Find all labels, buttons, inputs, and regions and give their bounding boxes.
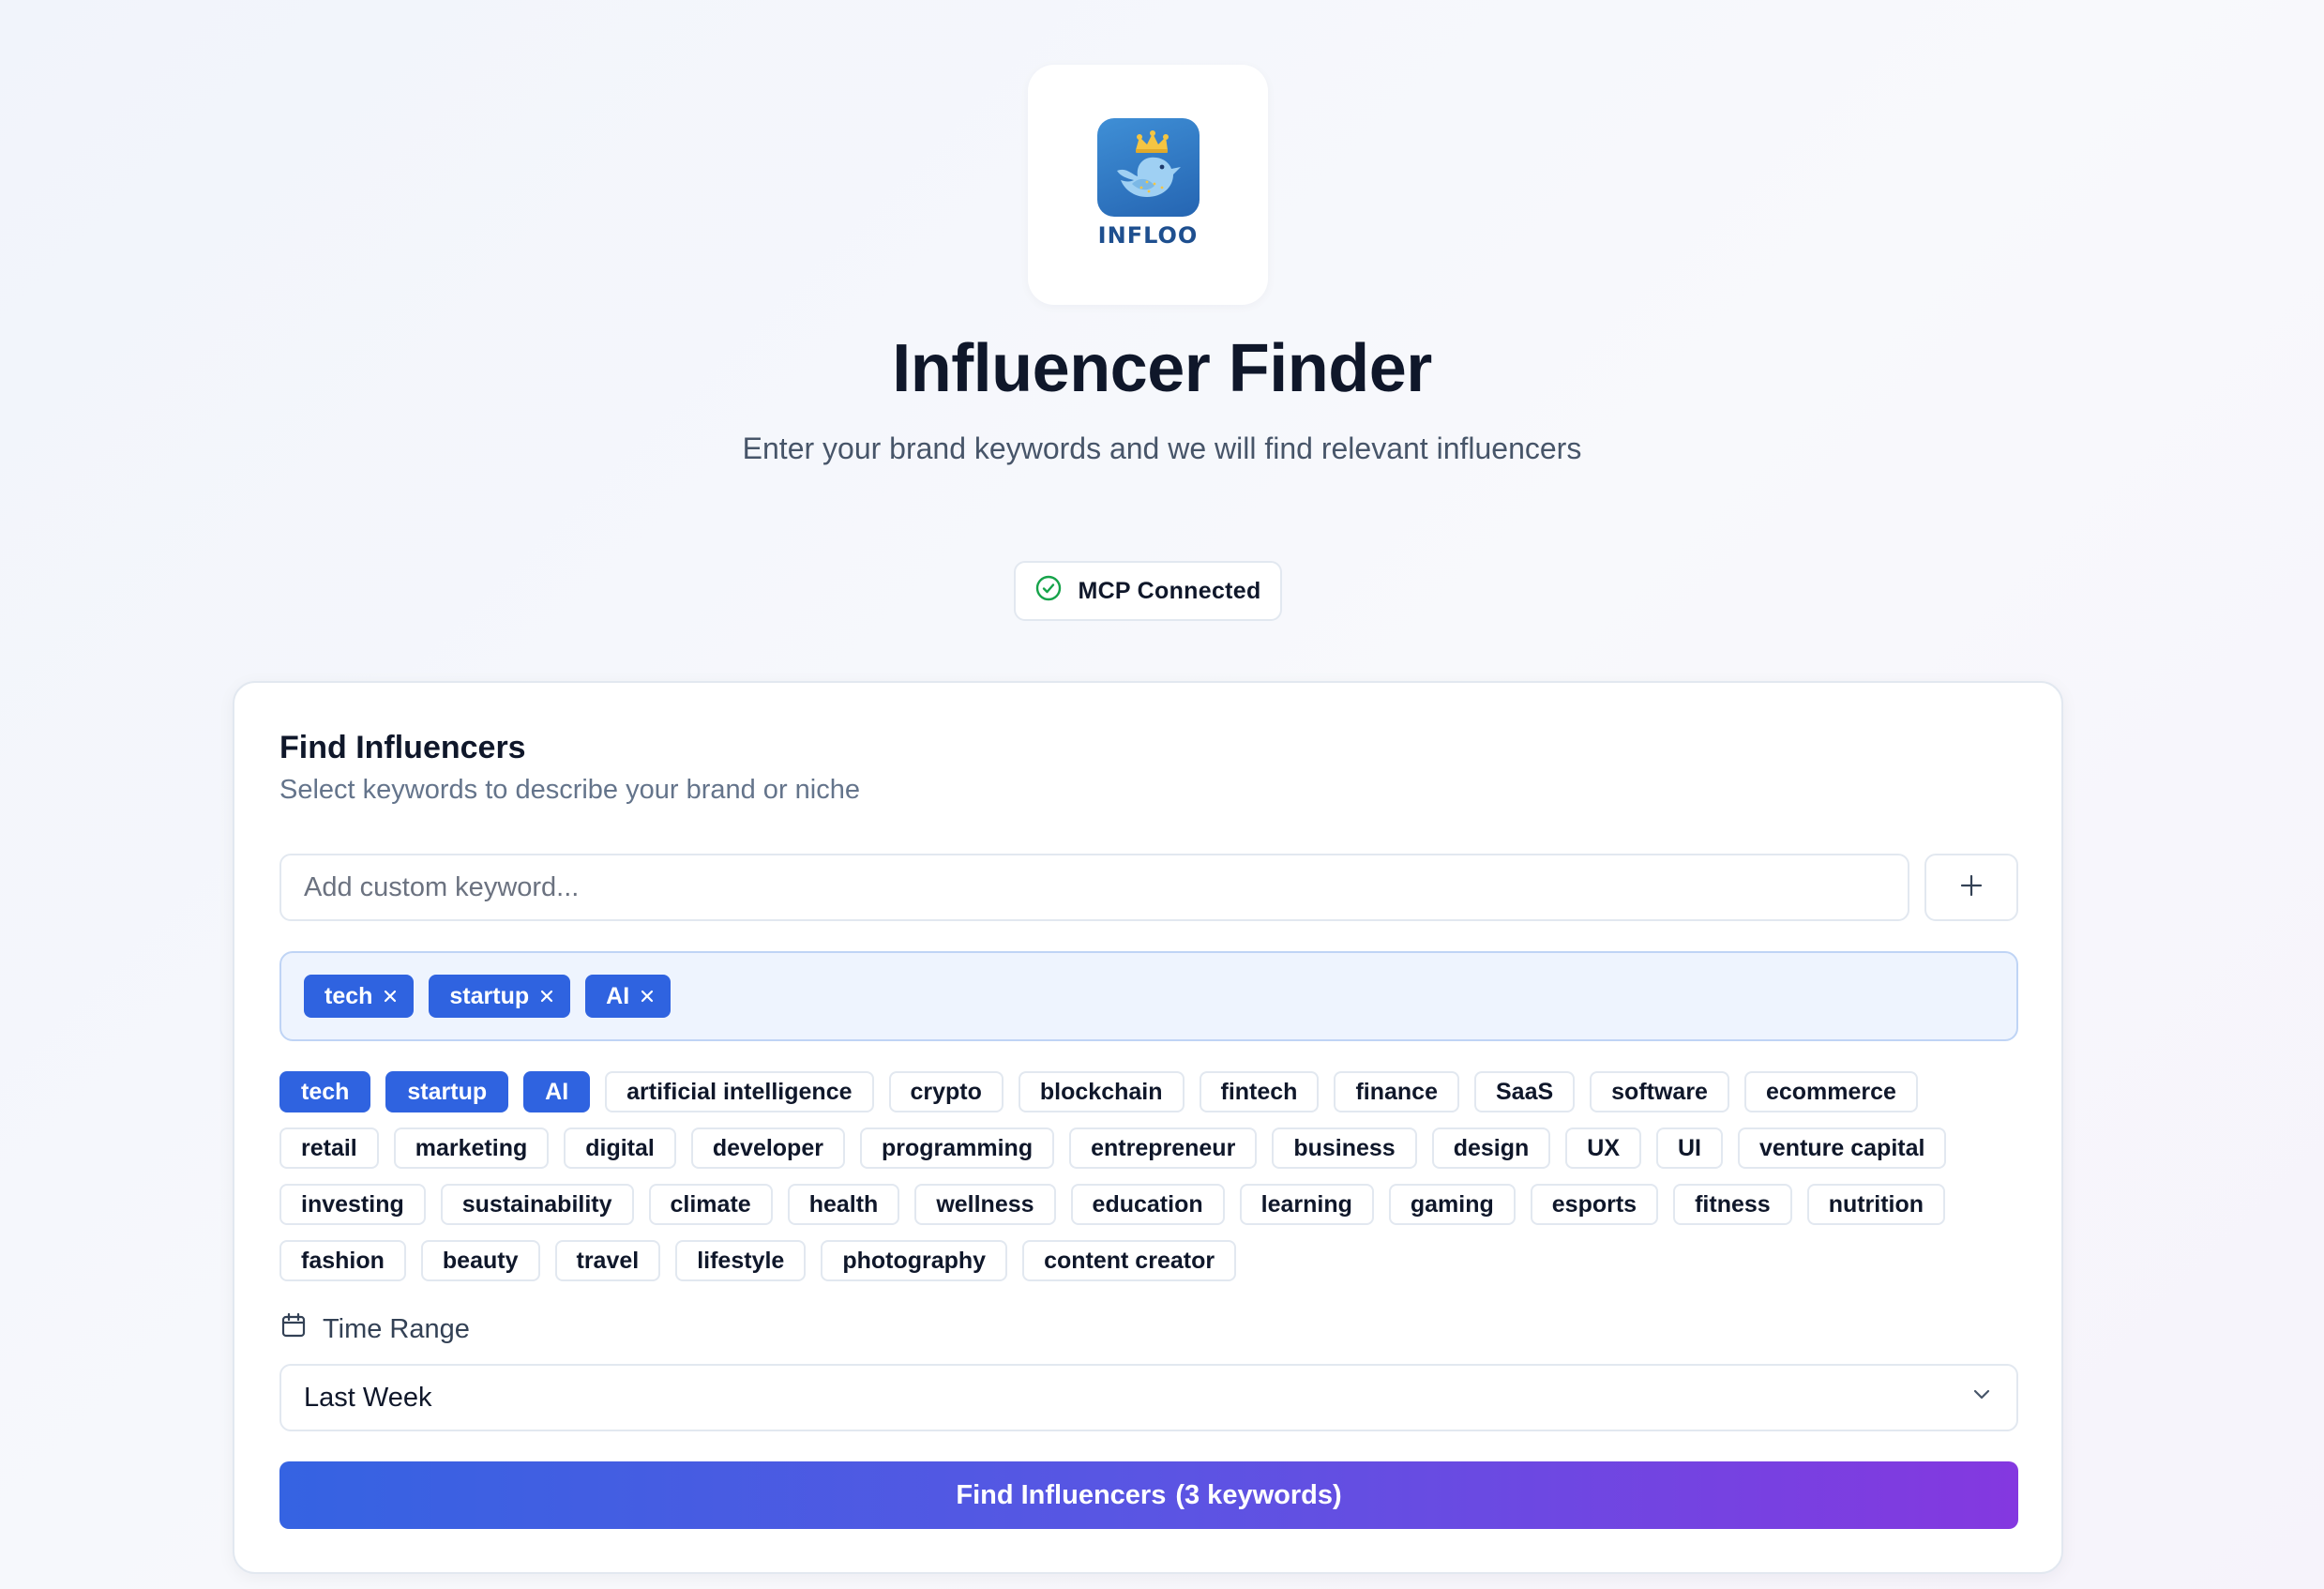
selected-keyword-chip[interactable]: tech — [304, 975, 415, 1018]
page-subtitle: Enter your brand keywords and we will fi… — [742, 431, 1582, 465]
keyword-chip[interactable]: SaaS — [1473, 1071, 1576, 1112]
time-range-label-text: Time Range — [323, 1313, 470, 1344]
keyword-chip[interactable]: business — [1272, 1127, 1417, 1169]
keyword-suggestions: tech startup AI artificial intelligence cryp… — [279, 1071, 2024, 1281]
time-range-value: Last Week — [304, 1382, 432, 1413]
remove-keyword-icon[interactable] — [538, 988, 555, 1005]
selected-keyword-label: tech — [324, 982, 373, 1009]
keyword-chip[interactable]: artificial intelligence — [605, 1071, 874, 1112]
keyword-chip[interactable]: education — [1070, 1184, 1225, 1225]
keyword-chip[interactable]: tech — [279, 1071, 371, 1112]
mcp-status-badge: MCP Connected — [1014, 561, 1282, 621]
keyword-chip[interactable]: blockchain — [1018, 1071, 1185, 1112]
keyword-chip[interactable]: marketing — [393, 1127, 550, 1169]
calendar-icon — [279, 1311, 308, 1347]
keyword-chip[interactable]: software — [1590, 1071, 1729, 1112]
keyword-chip[interactable]: sustainability — [440, 1184, 634, 1225]
keyword-chip[interactable]: content creator — [1022, 1240, 1237, 1281]
bird-crown-icon — [1096, 117, 1200, 217]
keyword-chip[interactable]: fintech — [1199, 1071, 1320, 1112]
keyword-chip[interactable]: health — [787, 1184, 900, 1225]
keyword-chip[interactable]: entrepreneur — [1069, 1127, 1258, 1169]
keyword-chip[interactable]: venture capital — [1738, 1127, 1947, 1169]
keyword-chip[interactable]: fashion — [279, 1240, 406, 1281]
check-circle-icon — [1034, 574, 1063, 609]
card-subtitle: Select keywords to describe your brand o… — [279, 775, 860, 805]
page-title: Influencer Finder — [892, 331, 1432, 406]
remove-keyword-icon[interactable] — [639, 988, 656, 1005]
app-logo: INFLOO — [1028, 65, 1268, 305]
find-button-count: (3 keywords) — [1175, 1479, 1342, 1510]
keyword-chip[interactable]: UI — [1656, 1127, 1723, 1169]
keyword-chip[interactable]: crypto — [888, 1071, 1004, 1112]
page: INFLOO Influencer Finder Enter your bran… — [0, 0, 2324, 1589]
keyword-chip[interactable]: ecommerce — [1743, 1071, 1918, 1112]
selected-keyword-chip[interactable]: startup — [429, 975, 571, 1018]
keyword-chip[interactable]: lifestyle — [675, 1240, 807, 1281]
find-influencers-card: Find Influencers Select keywords to desc… — [233, 681, 2063, 1574]
status-label: MCP Connected — [1078, 577, 1261, 604]
find-influencers-button[interactable]: Find Influencers (3 keywords) — [279, 1461, 2018, 1529]
custom-keyword-input[interactable] — [279, 854, 1909, 921]
keyword-chip[interactable]: beauty — [420, 1240, 540, 1281]
card-title: Find Influencers — [279, 730, 526, 765]
keyword-chip[interactable]: travel — [554, 1240, 661, 1281]
keyword-chip[interactable]: developer — [690, 1127, 845, 1169]
keyword-chip[interactable]: esports — [1530, 1184, 1659, 1225]
find-button-label: Find Influencers — [956, 1479, 1167, 1510]
keyword-chip[interactable]: learning — [1239, 1184, 1374, 1225]
remove-keyword-icon[interactable] — [382, 988, 399, 1005]
keyword-chip[interactable]: retail — [279, 1127, 379, 1169]
selected-keywords-box: tech startup AI — [279, 951, 2018, 1041]
keyword-chip[interactable]: UX — [1565, 1127, 1641, 1169]
keyword-chip[interactable]: nutrition — [1806, 1184, 1946, 1225]
chevron-down-icon — [1969, 1382, 1994, 1414]
keyword-chip[interactable]: climate — [648, 1184, 773, 1225]
plus-icon — [1959, 873, 1984, 902]
keyword-chip[interactable]: wellness — [914, 1184, 1056, 1225]
time-range-label: Time Range — [279, 1311, 470, 1347]
keyword-chip[interactable]: startup — [385, 1071, 509, 1112]
logo-wordmark: INFLOO — [1097, 221, 1199, 249]
add-keyword-button[interactable] — [1924, 854, 2018, 921]
keyword-chip[interactable]: gaming — [1388, 1184, 1516, 1225]
selected-keyword-label: startup — [449, 982, 530, 1009]
keyword-chip[interactable]: digital — [564, 1127, 676, 1169]
keyword-chip[interactable]: design — [1431, 1127, 1551, 1169]
keyword-chip[interactable]: AI — [523, 1071, 591, 1112]
keyword-chip[interactable]: investing — [279, 1184, 426, 1225]
time-range-select[interactable]: Last Week — [279, 1364, 2018, 1431]
keyword-chip[interactable]: finance — [1334, 1071, 1459, 1112]
selected-keyword-label: AI — [606, 982, 630, 1009]
selected-keyword-chip[interactable]: AI — [585, 975, 672, 1018]
keyword-chip[interactable]: fitness — [1673, 1184, 1792, 1225]
keyword-chip[interactable]: photography — [821, 1240, 1008, 1281]
keyword-chip[interactable]: programming — [859, 1127, 1055, 1169]
